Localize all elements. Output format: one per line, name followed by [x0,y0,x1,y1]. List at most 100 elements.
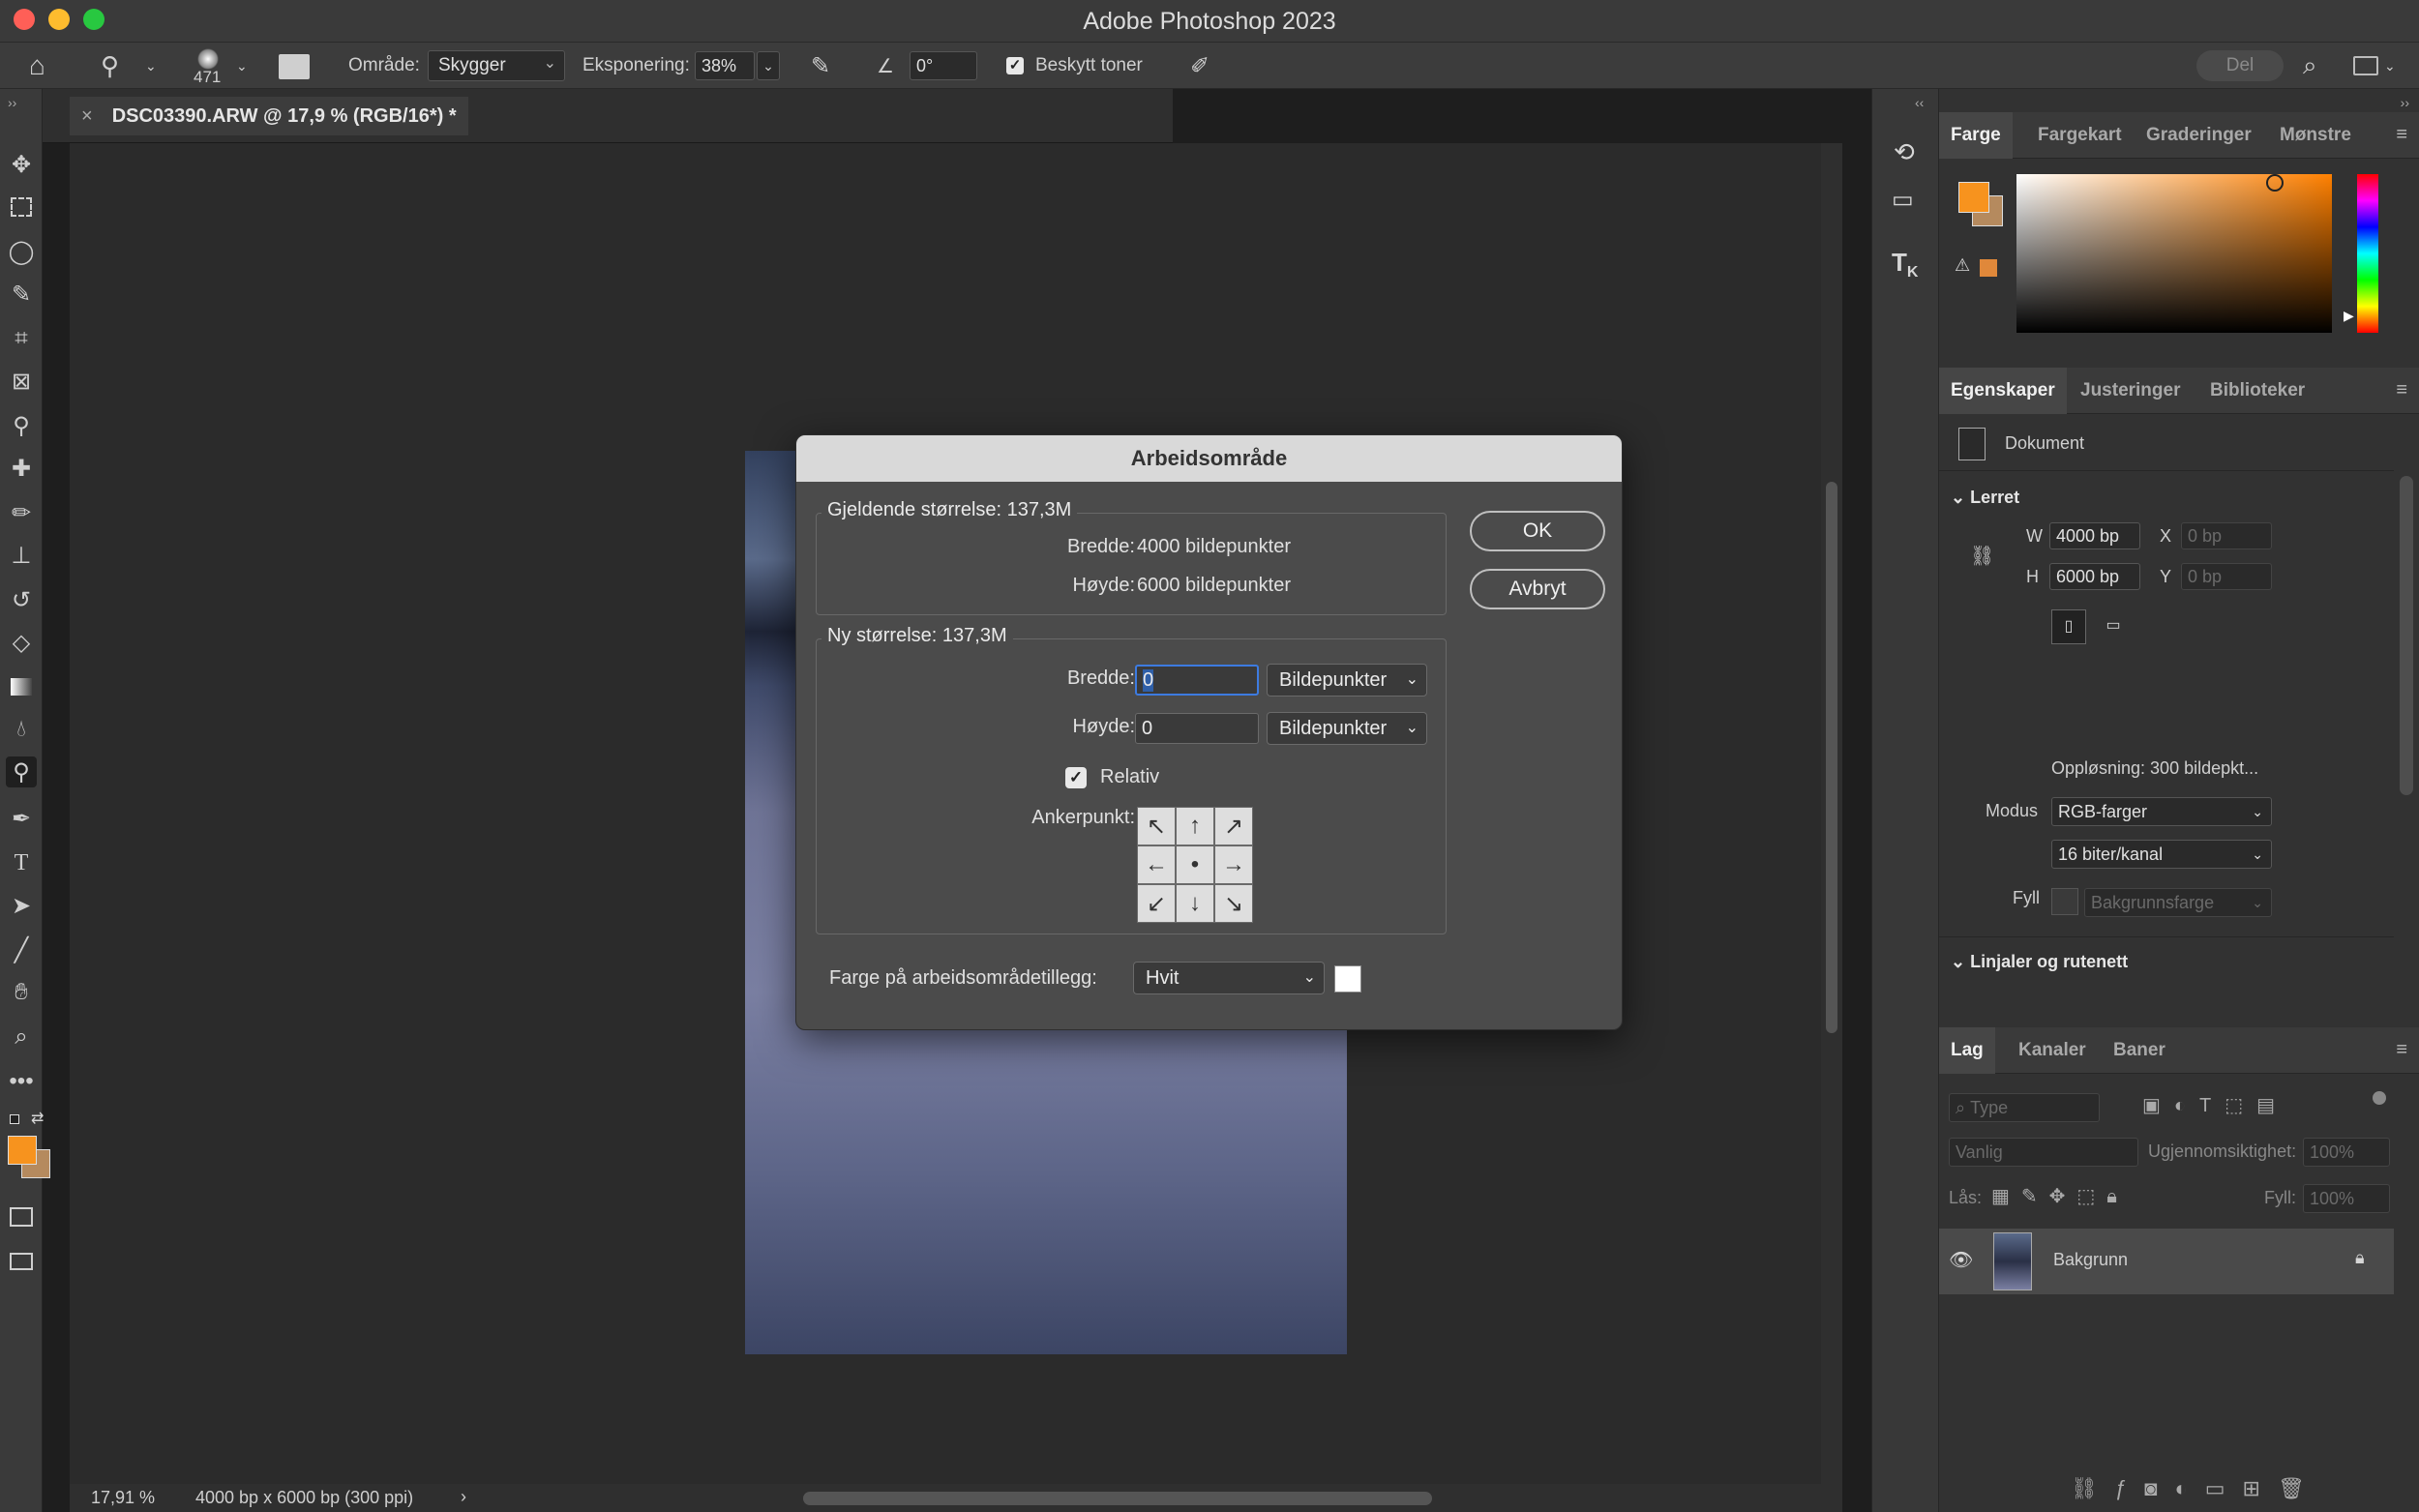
zoom-tool-icon[interactable]: ⌕ [6,1022,37,1052]
chevron-down-icon[interactable]: ⌄ [2384,43,2396,89]
portrait-orientation-icon[interactable]: ▯ [2051,609,2086,644]
fill-swatch[interactable] [2051,888,2078,915]
protect-tones-checkbox[interactable]: ✓ [1006,43,1024,89]
dodge-tool-icon[interactable]: ⚲ [6,756,37,787]
default-colors-icon[interactable] [10,1114,19,1124]
history-brush-tool-icon[interactable]: ↺ [6,584,37,615]
eye-icon[interactable]: 👁︎ [1949,1248,1973,1272]
color-picker-handle[interactable] [2266,174,2284,192]
close-tab-icon[interactable]: × [81,105,93,128]
anchor-left[interactable]: ← [1137,845,1176,884]
quick-mask-icon[interactable] [6,1201,37,1232]
tab-channels[interactable]: Kanaler [2007,1027,2098,1074]
layer-footer-icons[interactable]: ⛓ƒ◙◐▭⊞🗑︎ [2071,1476,2322,1501]
range-select[interactable]: Skygger ⌄ [428,50,565,81]
fill-input[interactable]: 100% [2303,1184,2390,1213]
hand-tool-icon[interactable]: ✋︎ [6,977,37,1008]
canvas-y-field[interactable]: 0 bp [2181,563,2272,590]
brush-tool-icon[interactable]: ✏ [6,497,37,528]
path-selection-tool-icon[interactable]: ➤ [6,890,37,921]
pen-tool-icon[interactable]: ✒ [6,803,37,834]
new-height-input[interactable]: 0 [1135,713,1259,744]
exposure-dropdown[interactable]: ⌄ [757,51,780,80]
chevron-down-icon[interactable]: ⌄ [236,43,248,89]
collapse-icon[interactable]: ‹‹ [1915,95,1924,110]
anchor-bottom-right[interactable]: ↘ [1214,884,1253,923]
panel-menu-icon[interactable]: ≡ [2396,379,2407,401]
tab-layers[interactable]: Lag [1939,1027,1995,1074]
anchor-top[interactable]: ↑ [1176,807,1214,845]
extension-color-swatch[interactable] [1334,965,1361,993]
quick-selection-tool-icon[interactable]: ✎ [6,279,37,310]
dodge-tool-icon[interactable]: ⚲ [101,43,119,89]
tab-adjustments[interactable]: Justeringer [2069,368,2192,414]
collapse-icon[interactable]: ›› [2401,95,2409,110]
angle-input[interactable]: 0° [910,51,977,80]
anchor-right[interactable]: → [1214,845,1253,884]
lock-icons[interactable]: ▦✎✥⬚🔒︎ [1991,1184,2129,1208]
anchor-center[interactable]: • [1176,845,1214,884]
pressure-icon[interactable]: ✐ [1190,43,1210,89]
lasso-tool-icon[interactable]: ◯ [6,236,37,267]
panel-menu-icon[interactable]: ≡ [2396,1039,2407,1061]
brush-settings-icon[interactable] [279,54,310,79]
zoom-level[interactable]: 17,91 % [91,1488,155,1508]
landscape-orientation-icon[interactable]: ▭ [2096,609,2131,644]
tab-properties[interactable]: Egenskaper [1939,368,2067,414]
canvas-section[interactable]: ⌄ Lerret [1951,488,2019,508]
width-unit-select[interactable]: Bildepunkter ⌄ [1267,664,1427,697]
layer-name[interactable]: Bakgrunn [2053,1250,2128,1270]
mode-select[interactable]: RGB-farger ⌄ [2051,797,2272,826]
blur-tool-icon[interactable]: 💧︎ [6,714,37,745]
tab-gradients[interactable]: Graderinger [2135,112,2263,159]
relative-checkbox[interactable]: ✓ [1065,767,1087,788]
tab-swatches[interactable]: Fargekart [2026,112,2134,159]
panel-menu-icon[interactable]: ≡ [2396,124,2407,146]
rulers-section[interactable]: ⌄ Linjaler og rutenett [1951,952,2128,972]
home-icon[interactable]: ⌂ [29,43,45,89]
color-field[interactable] [2016,174,2332,333]
foreground-color-swatch[interactable] [8,1136,37,1165]
lock-icon[interactable]: 🔒︎ [2355,1248,2365,1268]
layer-filter-icons[interactable]: ▣◐T⬚▤ [2142,1093,2288,1117]
cancel-button[interactable]: Avbryt [1470,569,1605,609]
line-tool-icon[interactable]: ╱ [6,934,37,965]
vertical-scrollbar[interactable] [1821,143,1842,1484]
move-tool-icon[interactable]: ✥ [6,149,37,180]
collapse-icon[interactable]: ›› [8,95,16,110]
properties-scrollbar[interactable] [2400,476,2413,795]
layer-filter-select[interactable]: ⌕ Type [1949,1093,2100,1122]
height-unit-select[interactable]: Bildepunkter ⌄ [1267,712,1427,745]
anchor-top-right[interactable]: ↗ [1214,807,1253,845]
screen-mode-icon[interactable] [6,1246,37,1277]
clone-stamp-tool-icon[interactable]: ⊥ [6,540,37,571]
crop-tool-icon[interactable]: ⌗ [6,323,37,354]
document-tab[interactable]: × DSC03390.ARW @ 17,9 % (RGB/16*) * [70,97,468,135]
foreground-color-swatch[interactable] [1958,182,1989,213]
anchor-bottom[interactable]: ↓ [1176,884,1214,923]
hue-slider[interactable] [2357,174,2378,333]
history-icon[interactable]: ⟲ [1894,137,1915,167]
blend-mode-select[interactable]: Vanlig [1949,1138,2138,1167]
anchor-bottom-left[interactable]: ↙ [1137,884,1176,923]
extension-color-select[interactable]: Hvit ⌄ [1133,962,1325,994]
more-tools-icon[interactable]: ••• [6,1066,37,1097]
gradient-tool-icon[interactable] [6,671,37,702]
hue-slider-handle[interactable]: ▶ [2344,308,2354,324]
healing-brush-tool-icon[interactable]: ✚ [6,453,37,484]
canvas-height-field[interactable]: 6000 bp [2049,563,2140,590]
new-width-input[interactable]: 0 [1135,665,1259,696]
search-icon[interactable]: ⌕ [2303,43,2317,89]
tk-panel-icon[interactable]: TK [1892,248,1918,282]
swap-colors-icon[interactable]: ⇄ [31,1109,44,1128]
type-tool-icon[interactable]: T [6,847,37,878]
tab-color[interactable]: Farge [1939,112,2013,159]
marquee-tool-icon[interactable] [6,192,37,222]
chevron-down-icon[interactable]: ⌄ [145,43,157,89]
link-icon[interactable]: ⛓ [1970,544,1994,568]
comments-icon[interactable]: ▭ [1892,186,1914,214]
canvas-width-field[interactable]: 4000 bp [2049,522,2140,549]
chevron-right-icon[interactable]: › [461,1487,466,1507]
airbrush-icon[interactable]: ✎ [811,43,830,89]
share-button[interactable]: Del [2196,50,2284,81]
